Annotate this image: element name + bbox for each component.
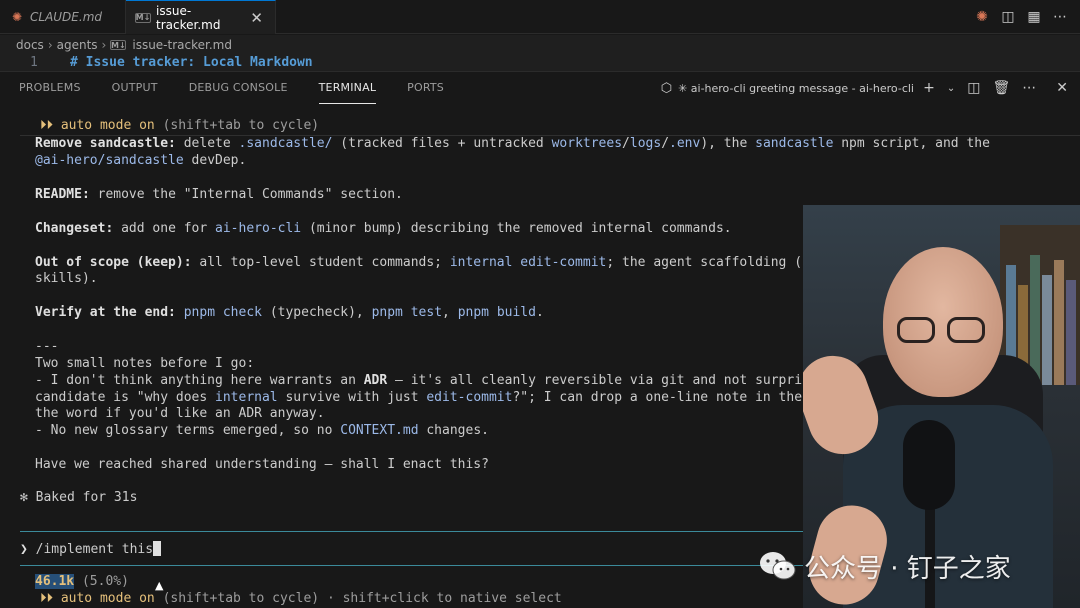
notes-intro: Two small notes before I go:	[35, 356, 255, 371]
glasses	[897, 317, 989, 345]
breadcrumb-agents[interactable]: agents	[57, 38, 98, 52]
token-usage: 46.1k (5.0%)	[35, 574, 129, 589]
tab-label: CLAUDE.md	[30, 10, 102, 24]
auto-mode-status: ⏵⏵ auto mode on (shift+tab to cycle) · s…	[40, 591, 562, 606]
close-panel-icon[interactable]: ✕	[1056, 80, 1068, 96]
changeset-line: Changeset: add one for ai-hero-cli (mino…	[35, 221, 732, 236]
chevron-right-icon: ›	[47, 38, 53, 52]
microphone	[903, 420, 955, 510]
breadcrumb: docs › agents › M↓ issue-tracker.md	[0, 35, 1080, 55]
wechat-logo-icon	[760, 552, 796, 580]
remove-line-cont: @ai-hero/sandcastle devDep.	[35, 153, 247, 168]
watermark-text: 公众号 · 钉子之家	[804, 553, 1011, 584]
token-count: 46.1k	[35, 574, 75, 589]
breadcrumb-docs[interactable]: docs	[16, 38, 44, 52]
note-2: - No new glossary terms emerged, so no C…	[35, 423, 489, 438]
note-1: - I don't think anything here warrants a…	[35, 373, 803, 388]
code-line[interactable]: # Issue tracker: Local Markdown	[70, 55, 313, 70]
verify-line: Verify at the end: pnpm check (typecheck…	[35, 305, 544, 320]
auto-mode-line: ⏵⏵ auto mode on (shift+tab to cycle)	[40, 118, 320, 133]
chevron-down-icon[interactable]: ⌄	[947, 83, 955, 94]
split-terminal-icon[interactable]: ◫	[967, 80, 980, 96]
tab-ports[interactable]: PORTS	[407, 72, 444, 104]
split-editor-icon[interactable]: ◫	[1000, 9, 1016, 25]
breadcrumb-file[interactable]: issue-tracker.md	[132, 38, 232, 52]
rule-line: ---	[35, 339, 59, 354]
input-text: /implement this	[35, 542, 154, 557]
note-1-end: the word if you'd like an ADR anyway.	[35, 406, 325, 421]
tab-debug-console[interactable]: DEBUG CONSOLE	[189, 72, 288, 104]
question-line: Have we reached shared understanding — s…	[35, 457, 489, 472]
text-cursor	[153, 541, 162, 556]
readme-line: README: remove the "Internal Commands" s…	[35, 187, 403, 202]
baked-status: ✻ Baked for 31s	[20, 490, 138, 505]
prompt-chevron-icon: ❯	[20, 542, 28, 557]
more-icon[interactable]: ⋯	[1022, 80, 1036, 96]
claude-icon[interactable]: ✺	[974, 9, 990, 25]
chevron-right-icon: ›	[101, 38, 107, 52]
watermark: 公众号 · 钉子之家	[758, 548, 1011, 584]
markdown-file-icon: M↓	[110, 40, 127, 50]
mouse-pointer-icon: ▲	[155, 579, 164, 592]
line-number: 1	[30, 55, 38, 70]
editor-area[interactable]: 1 # Issue tracker: Local Markdown	[0, 55, 1080, 71]
tab-problems[interactable]: PROBLEMS	[19, 72, 81, 104]
layout-icon[interactable]: ▦	[1026, 9, 1042, 25]
tab-actions: ✺ ◫ ▦ ⋯	[974, 0, 1068, 34]
new-terminal-icon[interactable]: +	[923, 80, 935, 96]
panel-actions: + ⌄ ◫ 🗑 ⋯ ✕	[923, 72, 1068, 104]
terminal-selector[interactable]: ⬡ ✳ ai-hero-cli greeting message - ai-he…	[661, 72, 914, 104]
tab-label: issue-tracker.md	[156, 3, 221, 32]
markdown-file-icon: M↓	[135, 12, 151, 23]
close-icon[interactable]: ✕	[250, 9, 263, 27]
terminal-title: ✳ ai-hero-cli greeting message - ai-hero…	[678, 81, 914, 95]
tab-claude-md[interactable]: ✺ CLAUDE.md	[0, 0, 126, 34]
note-1-cont: candidate is "why does internal survive …	[35, 390, 803, 405]
prompt-input[interactable]: ❯ /implement this	[20, 541, 162, 558]
scope-line: Out of scope (keep): all top-level stude…	[35, 255, 803, 270]
claude-asterisk-icon: ✺	[11, 10, 23, 24]
panel-header: PROBLEMS OUTPUT DEBUG CONSOLE TERMINAL P…	[0, 71, 1080, 104]
scope-line-cont: skills).	[35, 271, 98, 286]
tab-output[interactable]: OUTPUT	[112, 72, 158, 104]
more-icon[interactable]: ⋯	[1052, 9, 1068, 25]
tab-issue-tracker-md[interactable]: M↓ issue-tracker.md ✕	[126, 0, 276, 34]
remove-line: Remove sandcastle: delete .sandcastle/ (…	[35, 136, 990, 151]
trash-icon[interactable]: 🗑	[992, 80, 1010, 96]
terminal-cube-icon: ⬡	[660, 80, 673, 96]
editor-tab-bar: ✺ CLAUDE.md M↓ issue-tracker.md ✕ ✺ ◫ ▦ …	[0, 0, 1080, 34]
tab-terminal[interactable]: TERMINAL	[318, 72, 377, 104]
